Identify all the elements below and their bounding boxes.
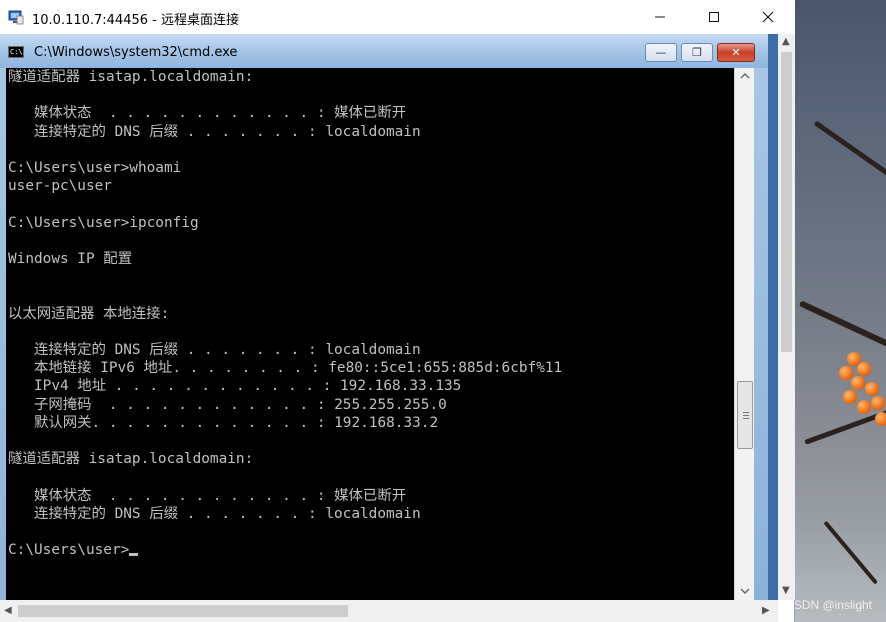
berry-decoration [865, 382, 879, 396]
berry-decoration [857, 400, 871, 414]
console-line: 隧道适配器 isatap.localdomain: [8, 69, 254, 85]
console-line: 连接特定的 DNS 后缀 . . . . . . . : localdomain [8, 505, 421, 522]
desktop-wallpaper: CSDN @inslight [795, 0, 886, 622]
remote-session-area[interactable]: C:\ C:\Windows\system32\cmd.exe — ❐ ✕ 隧道… [0, 34, 778, 600]
cmd-window-frame [754, 68, 768, 600]
cmd-restore-button[interactable]: ❐ [681, 43, 713, 62]
watermark-text: CSDN @inslight [795, 598, 872, 612]
console-line: 连接特定的 DNS 后缀 . . . . . . . : localdomain [8, 123, 421, 140]
console-scrollbar[interactable] [734, 68, 754, 600]
scroll-down-arrow-icon[interactable]: ▼ [782, 585, 790, 596]
console-line: C:\Users\user>ipconfig [8, 214, 199, 231]
berry-decoration [857, 362, 871, 376]
console-line: Windows IP 配置 [8, 251, 133, 268]
branch-decoration [804, 405, 886, 445]
console-line: 本地链接 IPv6 地址. . . . . . . . : fe80::5ce1… [8, 360, 563, 377]
cmd-window: C:\ C:\Windows\system32\cmd.exe — ❐ ✕ 隧道… [0, 34, 768, 600]
console-prompt: C:\Users\user> [8, 542, 130, 559]
console-line: IPv4 地址 . . . . . . . . . . . . : 192.16… [8, 378, 462, 395]
console-line: 媒体状态 . . . . . . . . . . . . : 媒体已断开 [8, 105, 407, 122]
remote-vscroll-thumb[interactable] [781, 52, 792, 352]
text-cursor [129, 553, 139, 557]
remote-horizontal-scrollbar[interactable]: ◀ ▶ [0, 600, 778, 622]
remote-desktop-icon [8, 10, 24, 25]
console-line: 以太网适配器 本地连接: [8, 305, 170, 322]
rdp-titlebar[interactable]: 10.0.110.7:44456 - 远程桌面连接 [0, 0, 795, 34]
close-icon [762, 11, 774, 23]
rdp-close-button[interactable] [741, 0, 795, 34]
close-icon: ✕ [731, 46, 741, 59]
rdp-minimize-button[interactable] [633, 0, 687, 34]
branch-decoration [813, 120, 886, 177]
branch-decoration [798, 300, 886, 353]
berry-decoration [843, 390, 857, 404]
berry-decoration [871, 396, 885, 410]
console-scroll-thumb[interactable] [737, 381, 753, 449]
berry-decoration [839, 366, 853, 380]
scroll-left-arrow-icon[interactable]: ◀ [4, 605, 12, 616]
console-line: 默认网关. . . . . . . . . . . . . : 192.168.… [8, 414, 439, 431]
berry-decoration [851, 376, 865, 390]
console-line: user-pc\user [8, 178, 112, 195]
restore-icon: ❐ [692, 46, 702, 59]
console-text: 隧道适配器 isatap.localdomain: 媒体状态 . . . . .… [6, 68, 734, 559]
scroll-down-arrow-icon[interactable] [740, 587, 750, 595]
console-line: 隧道适配器 isatap.localdomain: [8, 451, 254, 468]
rdp-maximize-button[interactable] [687, 0, 741, 34]
console-line: 子网掩码 . . . . . . . . . . . . : 255.255.2… [8, 396, 447, 413]
console-line: C:\Users\user>whoami [8, 160, 182, 177]
cmd-close-button[interactable]: ✕ [717, 43, 755, 62]
maximize-icon [709, 12, 719, 22]
cmd-titlebar[interactable]: C:\ C:\Windows\system32\cmd.exe — ❐ ✕ [0, 34, 768, 68]
scroll-up-arrow-icon[interactable] [740, 72, 750, 80]
berry-decoration [875, 412, 886, 426]
branch-decoration [823, 520, 878, 585]
scroll-right-arrow-icon[interactable]: ▶ [762, 605, 770, 616]
console-line: 媒体状态 . . . . . . . . . . . . : 媒体已断开 [8, 487, 407, 504]
cmd-minimize-button[interactable]: — [645, 43, 677, 62]
minimize-icon: — [655, 46, 667, 59]
cmd-window-title: C:\Windows\system32\cmd.exe [34, 45, 238, 60]
minimize-icon [655, 16, 665, 18]
scroll-grip-icon [743, 412, 749, 419]
console-line: 连接特定的 DNS 后缀 . . . . . . . : localdomain [8, 342, 421, 359]
scroll-up-arrow-icon[interactable]: ▲ [782, 36, 790, 47]
cmd-icon: C:\ [8, 46, 24, 58]
console-output[interactable]: 隧道适配器 isatap.localdomain: 媒体状态 . . . . .… [6, 68, 734, 600]
remote-desktop-window: 10.0.110.7:44456 - 远程桌面连接 C:\ C:\Windows… [0, 0, 795, 622]
remote-hscroll-thumb[interactable] [18, 605, 348, 617]
remote-vertical-scrollbar[interactable]: ▲ ▼ [778, 34, 795, 600]
rdp-window-title: 10.0.110.7:44456 - 远程桌面连接 [32, 13, 239, 28]
